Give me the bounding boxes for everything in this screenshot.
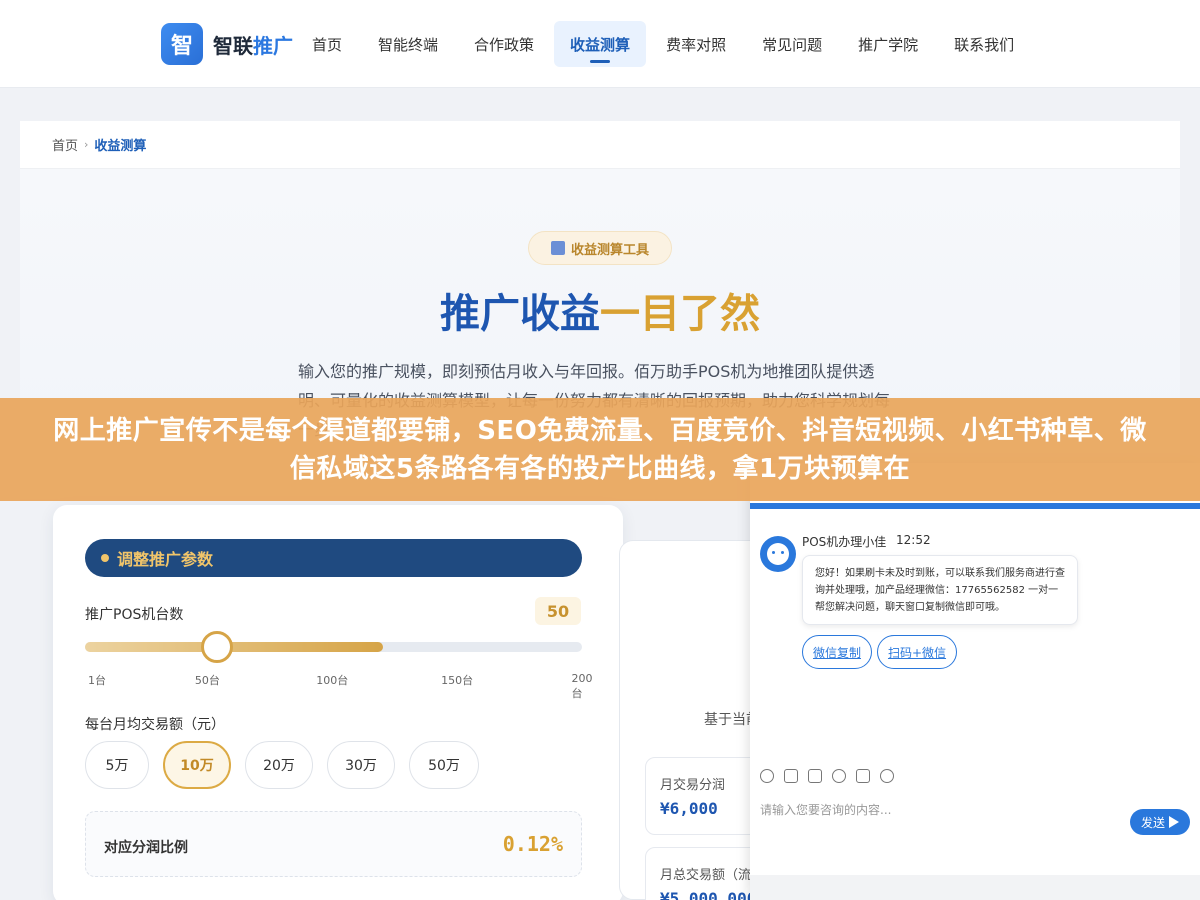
agent-name: POS机办理小佳 bbox=[802, 535, 887, 549]
ratio-value: 0.12% bbox=[502, 832, 563, 856]
site-logo[interactable]: 智 智联推广 bbox=[161, 23, 293, 65]
calculator-header: 调整推广参数 bbox=[85, 539, 582, 577]
slider-thumb[interactable] bbox=[201, 631, 234, 663]
message-time: 12:52 bbox=[896, 533, 931, 547]
face-icon bbox=[767, 543, 789, 565]
breadcrumb-separator-icon: › bbox=[84, 138, 89, 151]
send-button[interactable]: 发送 bbox=[1130, 809, 1190, 835]
logo-text: 智联推广 bbox=[213, 30, 293, 59]
chat-accent-bar bbox=[750, 503, 1200, 509]
chart-icon bbox=[550, 241, 565, 255]
logo-text-main: 智联 bbox=[213, 33, 253, 58]
nav-contact[interactable]: 联系我们 bbox=[938, 21, 1030, 67]
nav-earnings[interactable]: 收益测算 bbox=[554, 21, 647, 67]
bullet-dot-icon bbox=[101, 554, 109, 562]
agent-avatar bbox=[760, 536, 796, 572]
chat-toolbar bbox=[760, 769, 904, 783]
calculator-card: 调整推广参数 推广POS机台数 50 1台 50台 100台 150台 200台… bbox=[53, 505, 623, 900]
breadcrumb-current: 收益测算 bbox=[94, 139, 147, 154]
image-icon[interactable] bbox=[784, 769, 798, 783]
nav-links: 首页 智能终端 合作政策 收益测算 费率对照 常见问题 推广学院 联系我们 bbox=[296, 20, 1034, 68]
calculator-header-label: 调整推广参数 bbox=[117, 550, 214, 569]
agent-message: 您好！如果刷卡未及时到账，可以联系我们服务商进行查询并处理哦，加产品经理微信：1… bbox=[802, 555, 1078, 625]
ratio-label: 对应分润比例 bbox=[104, 840, 188, 856]
slider-tick: 200台 bbox=[571, 672, 593, 700]
volume-chip-30w[interactable]: 30万 bbox=[327, 741, 395, 789]
banner-text: 网上推广宣传不是每个渠道都要铺，SEO免费流量、百度竞价、抖音短视频、小红书种草… bbox=[53, 415, 1147, 484]
volume-chip-10w[interactable]: 10万 bbox=[163, 741, 231, 789]
volume-label: 每台月均交易额（元） bbox=[85, 717, 225, 733]
rating-icon[interactable] bbox=[832, 769, 846, 783]
slider-tick: 150台 bbox=[441, 674, 474, 687]
hero-badge-label: 收益测算工具 bbox=[570, 242, 649, 258]
chat-input[interactable]: 请输入您要咨询的内容... bbox=[760, 801, 891, 818]
pos-count-slider[interactable] bbox=[85, 631, 582, 663]
volume-chip-50w[interactable]: 50万 bbox=[409, 741, 479, 789]
copy-wechat-button[interactable]: 微信复制 bbox=[802, 635, 872, 669]
wechat-icon[interactable] bbox=[880, 769, 894, 783]
overlay-banner: 网上推广宣传不是每个渠道都要铺，SEO免费流量、百度竞价、抖音短视频、小红书种草… bbox=[0, 398, 1200, 501]
hero-title: 推广收益一目了然 bbox=[20, 281, 1180, 339]
hero-title-part-2: 一目了然 bbox=[600, 291, 760, 337]
slider-tick: 1台 bbox=[88, 674, 106, 687]
scan-wechat-button[interactable]: 扫码+微信 bbox=[877, 635, 957, 669]
stat-label: 月交易分润 bbox=[660, 778, 726, 793]
slider-tick: 50台 bbox=[194, 674, 220, 687]
nav-terminals[interactable]: 智能终端 bbox=[362, 21, 454, 67]
stat-label: 月总交易额（流水 bbox=[660, 868, 765, 883]
stat-value: ¥6,000 bbox=[660, 799, 718, 818]
sound-icon[interactable] bbox=[856, 769, 870, 783]
breadcrumb: 首页 › 收益测算 bbox=[20, 121, 1180, 169]
nav-rates[interactable]: 费率对照 bbox=[650, 21, 742, 67]
nav-policy[interactable]: 合作政策 bbox=[458, 21, 550, 67]
volume-chip-20w[interactable]: 20万 bbox=[245, 741, 313, 789]
top-navbar: 智 智联推广 首页 智能终端 合作政策 收益测算 费率对照 常见问题 推广学院 … bbox=[0, 0, 1200, 88]
stat-value: ¥5,000,000 bbox=[660, 889, 757, 900]
screenshot-icon[interactable] bbox=[808, 769, 822, 783]
nav-faq[interactable]: 常见问题 bbox=[746, 21, 838, 67]
chat-widget: 与我 — □ POS机办理小佳 12:52 您好！如果刷卡未及时到账，可以联系我… bbox=[750, 463, 1200, 900]
emoji-icon[interactable] bbox=[760, 769, 774, 783]
send-label: 发送 bbox=[1140, 815, 1165, 830]
ratio-panel: 对应分润比例 0.12% bbox=[85, 811, 582, 877]
logo-text-accent: 推广 bbox=[253, 33, 293, 58]
hero-badge: 收益测算工具 bbox=[528, 231, 672, 265]
logo-badge: 智 bbox=[161, 23, 203, 65]
pos-count-value: 50 bbox=[535, 597, 581, 625]
volume-chip-5w[interactable]: 5万 bbox=[85, 741, 149, 789]
nav-academy[interactable]: 推广学院 bbox=[842, 21, 934, 67]
pos-count-label: 推广POS机台数 bbox=[85, 607, 184, 623]
slider-tick: 100台 bbox=[316, 674, 349, 687]
nav-home[interactable]: 首页 bbox=[296, 21, 358, 67]
hero-title-part-1: 推广收益 bbox=[440, 291, 600, 337]
slider-ticks: 1台 50台 100台 150台 200台 bbox=[85, 672, 593, 700]
chat-footer bbox=[750, 875, 1200, 900]
breadcrumb-home[interactable]: 首页 bbox=[52, 135, 78, 154]
volume-options: 5万 10万 20万 30万 50万 bbox=[85, 741, 493, 789]
slider-fill bbox=[85, 642, 384, 652]
send-arrow-icon bbox=[1169, 816, 1179, 828]
